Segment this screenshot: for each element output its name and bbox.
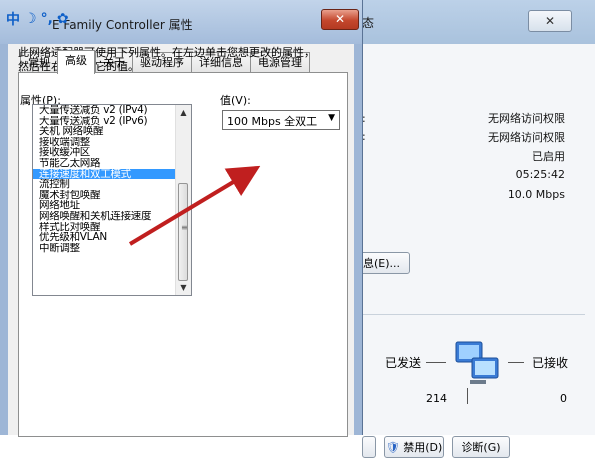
sent-bytes-value: 214 xyxy=(426,392,447,405)
property-list-item[interactable]: 关机 网络唤醒 xyxy=(33,126,175,137)
property-list-item[interactable]: 网络唤醒和关机连接速度 xyxy=(33,211,175,222)
property-list-scrollbar[interactable]: ▲ ≡ ▼ xyxy=(175,105,191,295)
property-list-item[interactable]: 接收缓冲区 xyxy=(33,147,175,158)
ime-moon-icon[interactable]: ☽ xyxy=(24,11,37,27)
property-list-item[interactable]: 节能乙太网路 xyxy=(33,158,175,169)
disable-button[interactable]: 🛡 禁用(D) xyxy=(384,436,444,458)
activity-separator xyxy=(467,388,468,404)
details-button[interactable]: 息(E)... xyxy=(358,252,410,274)
chevron-down-icon: ▼ xyxy=(328,113,335,123)
dialog-close-button[interactable]: ✕ xyxy=(321,9,359,30)
duration-value: 05:25:42 xyxy=(515,168,565,181)
activity-divider xyxy=(360,314,585,315)
dialog-title: E Family Controller 属性 xyxy=(52,18,193,32)
tab-advanced[interactable]: 高级 xyxy=(57,50,95,74)
value-dropdown[interactable]: 100 Mbps 全双工 ▼ xyxy=(222,110,340,130)
sent-label: 已发送 xyxy=(385,356,422,370)
ime-chinese-mode-icon[interactable]: 中 xyxy=(6,9,20,29)
property-listbox[interactable]: 大量传送减负 v2 (IPv4) 大量传送减负 v2 (IPv6) 关机 网络唤醒接… xyxy=(32,104,192,296)
activity-dash-right xyxy=(508,362,524,363)
disable-button-label: 禁用(D) xyxy=(403,441,443,454)
scroll-thumb[interactable]: ≡ xyxy=(178,183,188,281)
scroll-grip-icon: ≡ xyxy=(181,223,188,232)
activity-dash-left xyxy=(426,362,446,363)
status-close-button[interactable]: ✕ xyxy=(528,10,572,32)
scroll-up-arrow-icon[interactable]: ▲ xyxy=(176,105,191,120)
property-list-item[interactable]: 样式比对唤醒 xyxy=(33,222,175,233)
property-list-item[interactable]: 流控制 xyxy=(33,179,175,190)
property-list-item[interactable]: 大量传送减负 v2 (IPv6) xyxy=(33,116,175,127)
ime-settings-icon[interactable]: ✿ xyxy=(57,11,69,27)
ime-punctuation-icon[interactable]: °, xyxy=(41,11,53,27)
ime-toolbar[interactable]: 中 ☽ °, ✿ xyxy=(6,8,69,30)
speed-value: 10.0 Mbps xyxy=(507,188,565,201)
ipv4-connectivity-value: 无网络访问权限 xyxy=(488,112,565,125)
status-window-body: : : 无网络访问权限 无网络访问权限 已启用 05:25:42 10.0 Mb… xyxy=(340,44,595,458)
network-status-window: 态 ✕ : : 无网络访问权限 无网络访问权限 已启用 05:25:42 10.… xyxy=(340,0,595,458)
network-activity-icon xyxy=(455,341,499,384)
value-label: 值(V): xyxy=(220,94,251,107)
received-label: 已接收 xyxy=(532,356,569,370)
value-dropdown-selected: 100 Mbps 全双工 xyxy=(227,115,318,128)
property-list-item[interactable]: 接收端调整 xyxy=(33,137,175,148)
properties-button-edge[interactable] xyxy=(362,436,376,458)
ipv6-connectivity-value: 无网络访问权限 xyxy=(488,131,565,144)
property-items: 大量传送减负 v2 (IPv4) 大量传送减负 v2 (IPv6) 关机 网络唤醒接… xyxy=(33,105,175,253)
status-window-title: 态 xyxy=(362,16,375,30)
property-list-item[interactable]: 魔术封包唤醒 xyxy=(33,190,175,201)
property-list-item[interactable]: 网络地址 xyxy=(33,200,175,211)
shield-icon: 🛡 xyxy=(385,441,400,454)
property-list-item[interactable]: 中断调整 xyxy=(33,243,175,254)
property-list-item[interactable]: 连接速度和双工模式 xyxy=(33,168,175,180)
status-window-titlebar: 态 ✕ xyxy=(340,0,595,44)
property-list-item[interactable]: 优先级和VLAN xyxy=(33,232,175,243)
diagnose-button[interactable]: 诊断(G) xyxy=(452,436,510,458)
property-list-item[interactable]: 大量传送减负 v2 (IPv4) xyxy=(33,105,175,116)
scroll-down-arrow-icon[interactable]: ▼ xyxy=(176,280,191,295)
adapter-properties-dialog: E Family Controller 属性 ✕ 常规 高级 关于 驱动程序 详… xyxy=(0,0,363,437)
media-state-value: 已启用 xyxy=(532,150,565,163)
received-bytes-value: 0 xyxy=(560,392,567,405)
